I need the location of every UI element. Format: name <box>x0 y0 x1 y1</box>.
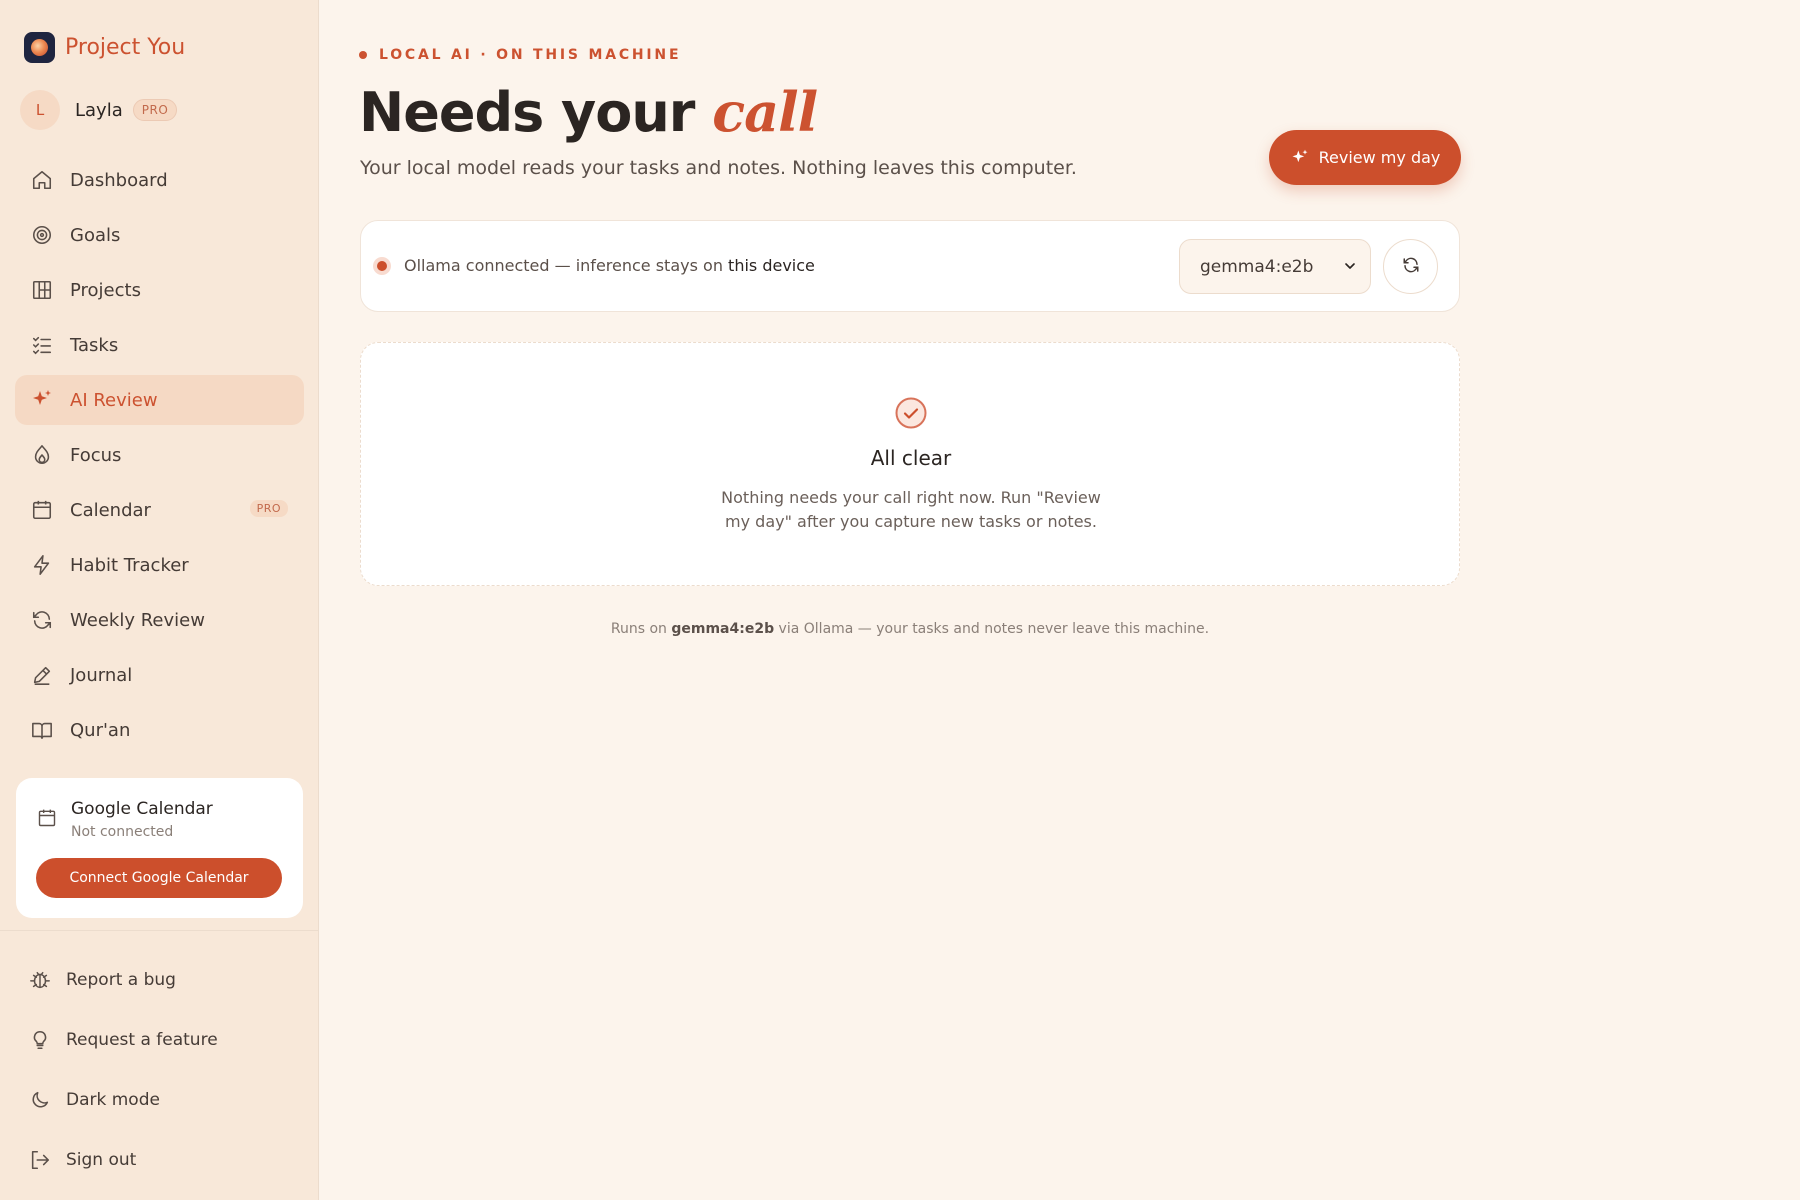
sidebar-item-calendar[interactable]: Calendar PRO <box>15 485 304 535</box>
avatar: L <box>20 90 60 130</box>
connect-google-calendar-button[interactable]: Connect Google Calendar <box>36 858 282 898</box>
model-select-value: gemma4:e2b <box>1200 256 1314 277</box>
empty-state-body: Nothing needs your call right now. Run "… <box>721 488 1101 531</box>
app-logo <box>24 31 55 63</box>
sidebar-item-dashboard[interactable]: Dashboard <box>15 155 304 205</box>
sidebar-divider <box>0 930 319 931</box>
page-title-accent: call <box>712 80 818 144</box>
user-name: Layla <box>75 99 123 121</box>
sidebar-item-weekly-review[interactable]: Weekly Review <box>15 595 304 645</box>
google-calendar-status: Not connected <box>71 824 174 840</box>
bolt-icon <box>30 553 54 577</box>
sidebar-item-focus[interactable]: Focus <box>15 430 304 480</box>
check-circle-icon <box>894 396 928 434</box>
sidebar-footer: Report a bug Request a feature Dark mode… <box>28 950 218 1190</box>
refresh-icon <box>1402 256 1420 278</box>
eyebrow: LOCAL AI · ON THIS MACHINE <box>359 47 681 63</box>
brand[interactable]: Project You <box>24 31 185 63</box>
eyebrow-label: LOCAL AI · ON THIS MACHINE <box>379 47 682 63</box>
sidebar-item-habit-tracker[interactable]: Habit Tracker <box>15 540 304 590</box>
status-dot-icon <box>359 51 367 59</box>
empty-state-card: All clear Nothing needs your call right … <box>360 342 1460 586</box>
pro-badge: PRO <box>249 500 288 517</box>
sidebar-item-label: Dashboard <box>70 169 168 191</box>
google-calendar-card: Google Calendar Not connected Connect Go… <box>16 778 303 918</box>
moon-icon <box>28 1088 52 1112</box>
sidebar-item-label: Goals <box>70 224 121 246</box>
main-content: LOCAL AI · ON THIS MACHINE Needs your ca… <box>319 0 1800 1200</box>
review-my-day-button[interactable]: Review my day <box>1269 130 1461 185</box>
request-feature-item[interactable]: Request a feature <box>28 1010 218 1070</box>
runs-on-note: Runs on gemma4:e2b via Ollama — your tas… <box>360 621 1460 637</box>
chevron-down-icon <box>1342 258 1358 279</box>
sidebar-item-label: Habit Tracker <box>70 554 189 576</box>
sidebar-item-label: Focus <box>70 444 122 466</box>
sidebar-item-goals[interactable]: Goals <box>15 210 304 260</box>
google-calendar-title: Google Calendar <box>71 799 213 819</box>
report-bug-item[interactable]: Report a bug <box>28 950 218 1010</box>
footer-item-label: Sign out <box>66 1150 137 1170</box>
sidebar-item-label: AI Review <box>70 389 158 411</box>
home-icon <box>30 168 54 192</box>
flame-icon <box>30 443 54 467</box>
refresh-icon <box>30 608 54 632</box>
page-subtitle: Your local model reads your tasks and no… <box>360 157 1077 179</box>
sidebar-item-ai-review[interactable]: AI Review <box>15 375 304 425</box>
sparkle-icon <box>1290 148 1310 168</box>
sidebar-item-projects[interactable]: Projects <box>15 265 304 315</box>
sparkle-icon <box>30 388 54 412</box>
connection-status-text: Ollama connected — inference stays on th… <box>404 256 815 275</box>
connection-status-card: Ollama connected — inference stays on th… <box>360 220 1460 312</box>
user-profile[interactable]: L Layla PRO <box>20 90 178 130</box>
grid-icon <box>30 278 54 302</box>
sidebar-item-tasks[interactable]: Tasks <box>15 320 304 370</box>
book-icon <box>30 718 54 742</box>
target-icon <box>30 223 54 247</box>
sign-out-icon <box>28 1148 52 1172</box>
calendar-icon <box>30 498 54 522</box>
sidebar-item-label: Journal <box>70 664 133 686</box>
sidebar-item-label: Qur'an <box>70 719 131 741</box>
page-title-plain: Needs your <box>359 81 713 144</box>
review-my-day-label: Review my day <box>1318 148 1441 167</box>
connection-status-prefix: Ollama connected — inference stays on <box>404 256 729 275</box>
footer-item-label: Report a bug <box>66 970 176 990</box>
pencil-icon <box>30 663 54 687</box>
page-title: Needs your call <box>359 80 818 144</box>
sidebar-item-quran[interactable]: Qur'an <box>15 705 304 755</box>
connection-status-strong: this device <box>728 256 815 275</box>
empty-state-title: All clear <box>870 446 952 470</box>
calendar-icon <box>37 808 57 832</box>
bug-icon <box>28 968 52 992</box>
sidebar-item-journal[interactable]: Journal <box>15 650 304 700</box>
footer-item-label: Dark mode <box>66 1090 160 1110</box>
sidebar: Project You L Layla PRO Dashboard Goals … <box>0 0 319 1200</box>
footer-item-label: Request a feature <box>66 1030 218 1050</box>
lightbulb-icon <box>28 1028 52 1052</box>
pro-badge: PRO <box>132 99 178 121</box>
app-name: Project You <box>65 34 186 60</box>
sidebar-item-label: Projects <box>70 279 141 301</box>
sign-out-item[interactable]: Sign out <box>28 1130 218 1190</box>
dark-mode-toggle[interactable]: Dark mode <box>28 1070 218 1130</box>
checklist-icon <box>30 333 54 357</box>
model-select[interactable]: gemma4:e2b <box>1179 239 1371 294</box>
refresh-models-button[interactable] <box>1383 239 1438 294</box>
connection-dot-icon <box>377 261 387 271</box>
sidebar-item-label: Tasks <box>70 334 119 356</box>
runs-note-model: gemma4:e2b <box>671 621 775 637</box>
sidebar-nav: Dashboard Goals Projects Tasks AI Review <box>15 155 304 760</box>
sidebar-item-label: Calendar <box>70 499 151 521</box>
runs-note-suffix: via Ollama — your tasks and notes never … <box>774 621 1210 637</box>
runs-note-prefix: Runs on <box>610 621 672 637</box>
sidebar-item-label: Weekly Review <box>70 609 205 631</box>
